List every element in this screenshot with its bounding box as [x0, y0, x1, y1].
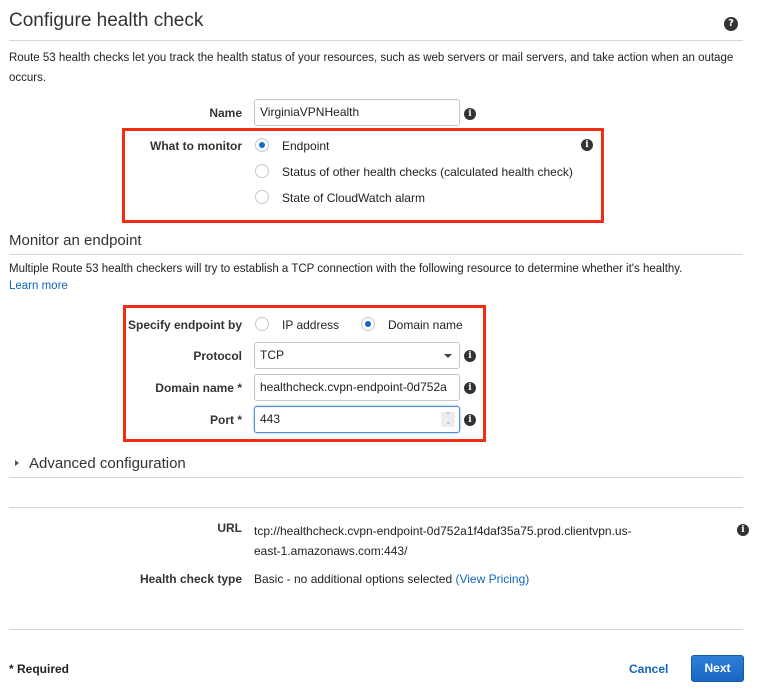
- name-label: Name: [209, 106, 242, 120]
- radio-domain-name[interactable]: [361, 317, 375, 331]
- caret-right-icon[interactable]: [15, 460, 19, 466]
- radio-calculated-health-check[interactable]: [255, 164, 269, 178]
- radio-ip-address-label[interactable]: IP address: [282, 318, 339, 332]
- name-input[interactable]: VirginiaVPNHealth: [254, 99, 460, 126]
- domain-name-info-icon[interactable]: i: [464, 382, 476, 394]
- health-check-type-label: Health check type: [139, 572, 242, 586]
- protocol-info-icon[interactable]: i: [464, 350, 476, 362]
- summary-divider: [9, 507, 743, 508]
- port-label: Port *: [209, 413, 242, 427]
- specify-endpoint-label: Specify endpoint by: [127, 318, 242, 332]
- monitor-endpoint-divider: [9, 254, 743, 255]
- url-value: tcp://healthcheck.cvpn-endpoint-0d752a1f…: [254, 521, 632, 561]
- page-description: Route 53 health checks let you track the…: [9, 52, 734, 84]
- radio-domain-name-label[interactable]: Domain name: [388, 318, 463, 332]
- monitor-endpoint-title: Monitor an endpoint: [9, 232, 142, 249]
- what-to-monitor-info-icon[interactable]: i: [581, 139, 593, 151]
- view-pricing-link[interactable]: (View Pricing): [455, 572, 529, 586]
- learn-more-link[interactable]: Learn more: [9, 279, 68, 293]
- what-to-monitor-label: What to monitor: [150, 139, 242, 153]
- advanced-divider: [9, 477, 743, 478]
- port-value: 443: [260, 412, 281, 426]
- domain-name-label: Domain name *: [155, 381, 242, 395]
- protocol-value: TCP: [260, 348, 284, 362]
- footer-divider: [9, 629, 743, 630]
- required-note: * Required: [9, 662, 70, 676]
- radio-cloudwatch-alarm[interactable]: [255, 190, 269, 204]
- radio-cloudwatch-alarm-label[interactable]: State of CloudWatch alarm: [282, 191, 425, 205]
- domain-name-input[interactable]: healthcheck.cvpn-endpoint-0d752a: [254, 374, 460, 401]
- name-info-icon[interactable]: i: [464, 108, 476, 120]
- radio-ip-address[interactable]: [255, 317, 269, 331]
- help-icon[interactable]: ?: [724, 17, 738, 31]
- protocol-label: Protocol: [193, 349, 242, 363]
- monitor-endpoint-description: Multiple Route 53 health checkers will t…: [9, 263, 683, 275]
- next-button[interactable]: Next: [691, 655, 744, 682]
- chevron-down-icon: [444, 354, 452, 358]
- cancel-button[interactable]: Cancel: [629, 662, 668, 676]
- radio-endpoint-label[interactable]: Endpoint: [282, 139, 329, 153]
- port-input[interactable]: 443 ⌃ ⌄: [254, 406, 460, 433]
- protocol-select[interactable]: TCP: [254, 342, 460, 369]
- radio-calculated-health-check-label[interactable]: Status of other health checks (calculate…: [282, 165, 573, 179]
- advanced-configuration-toggle[interactable]: Advanced configuration: [29, 455, 186, 472]
- url-line-1: tcp://healthcheck.cvpn-endpoint-0d752a1f…: [254, 524, 632, 538]
- url-label: URL: [217, 521, 242, 535]
- header-divider: [9, 40, 743, 41]
- url-line-2: east-1.amazonaws.com:443/: [254, 544, 408, 558]
- port-info-icon[interactable]: i: [464, 414, 476, 426]
- radio-endpoint[interactable]: [255, 138, 269, 152]
- health-check-type-value: Basic - no additional options selected (…: [254, 572, 529, 586]
- health-check-type-text: Basic - no additional options selected: [254, 572, 453, 586]
- port-spinner[interactable]: ⌃ ⌄: [441, 412, 455, 427]
- url-info-icon[interactable]: i: [737, 524, 749, 536]
- page-title: Configure health check: [9, 10, 204, 31]
